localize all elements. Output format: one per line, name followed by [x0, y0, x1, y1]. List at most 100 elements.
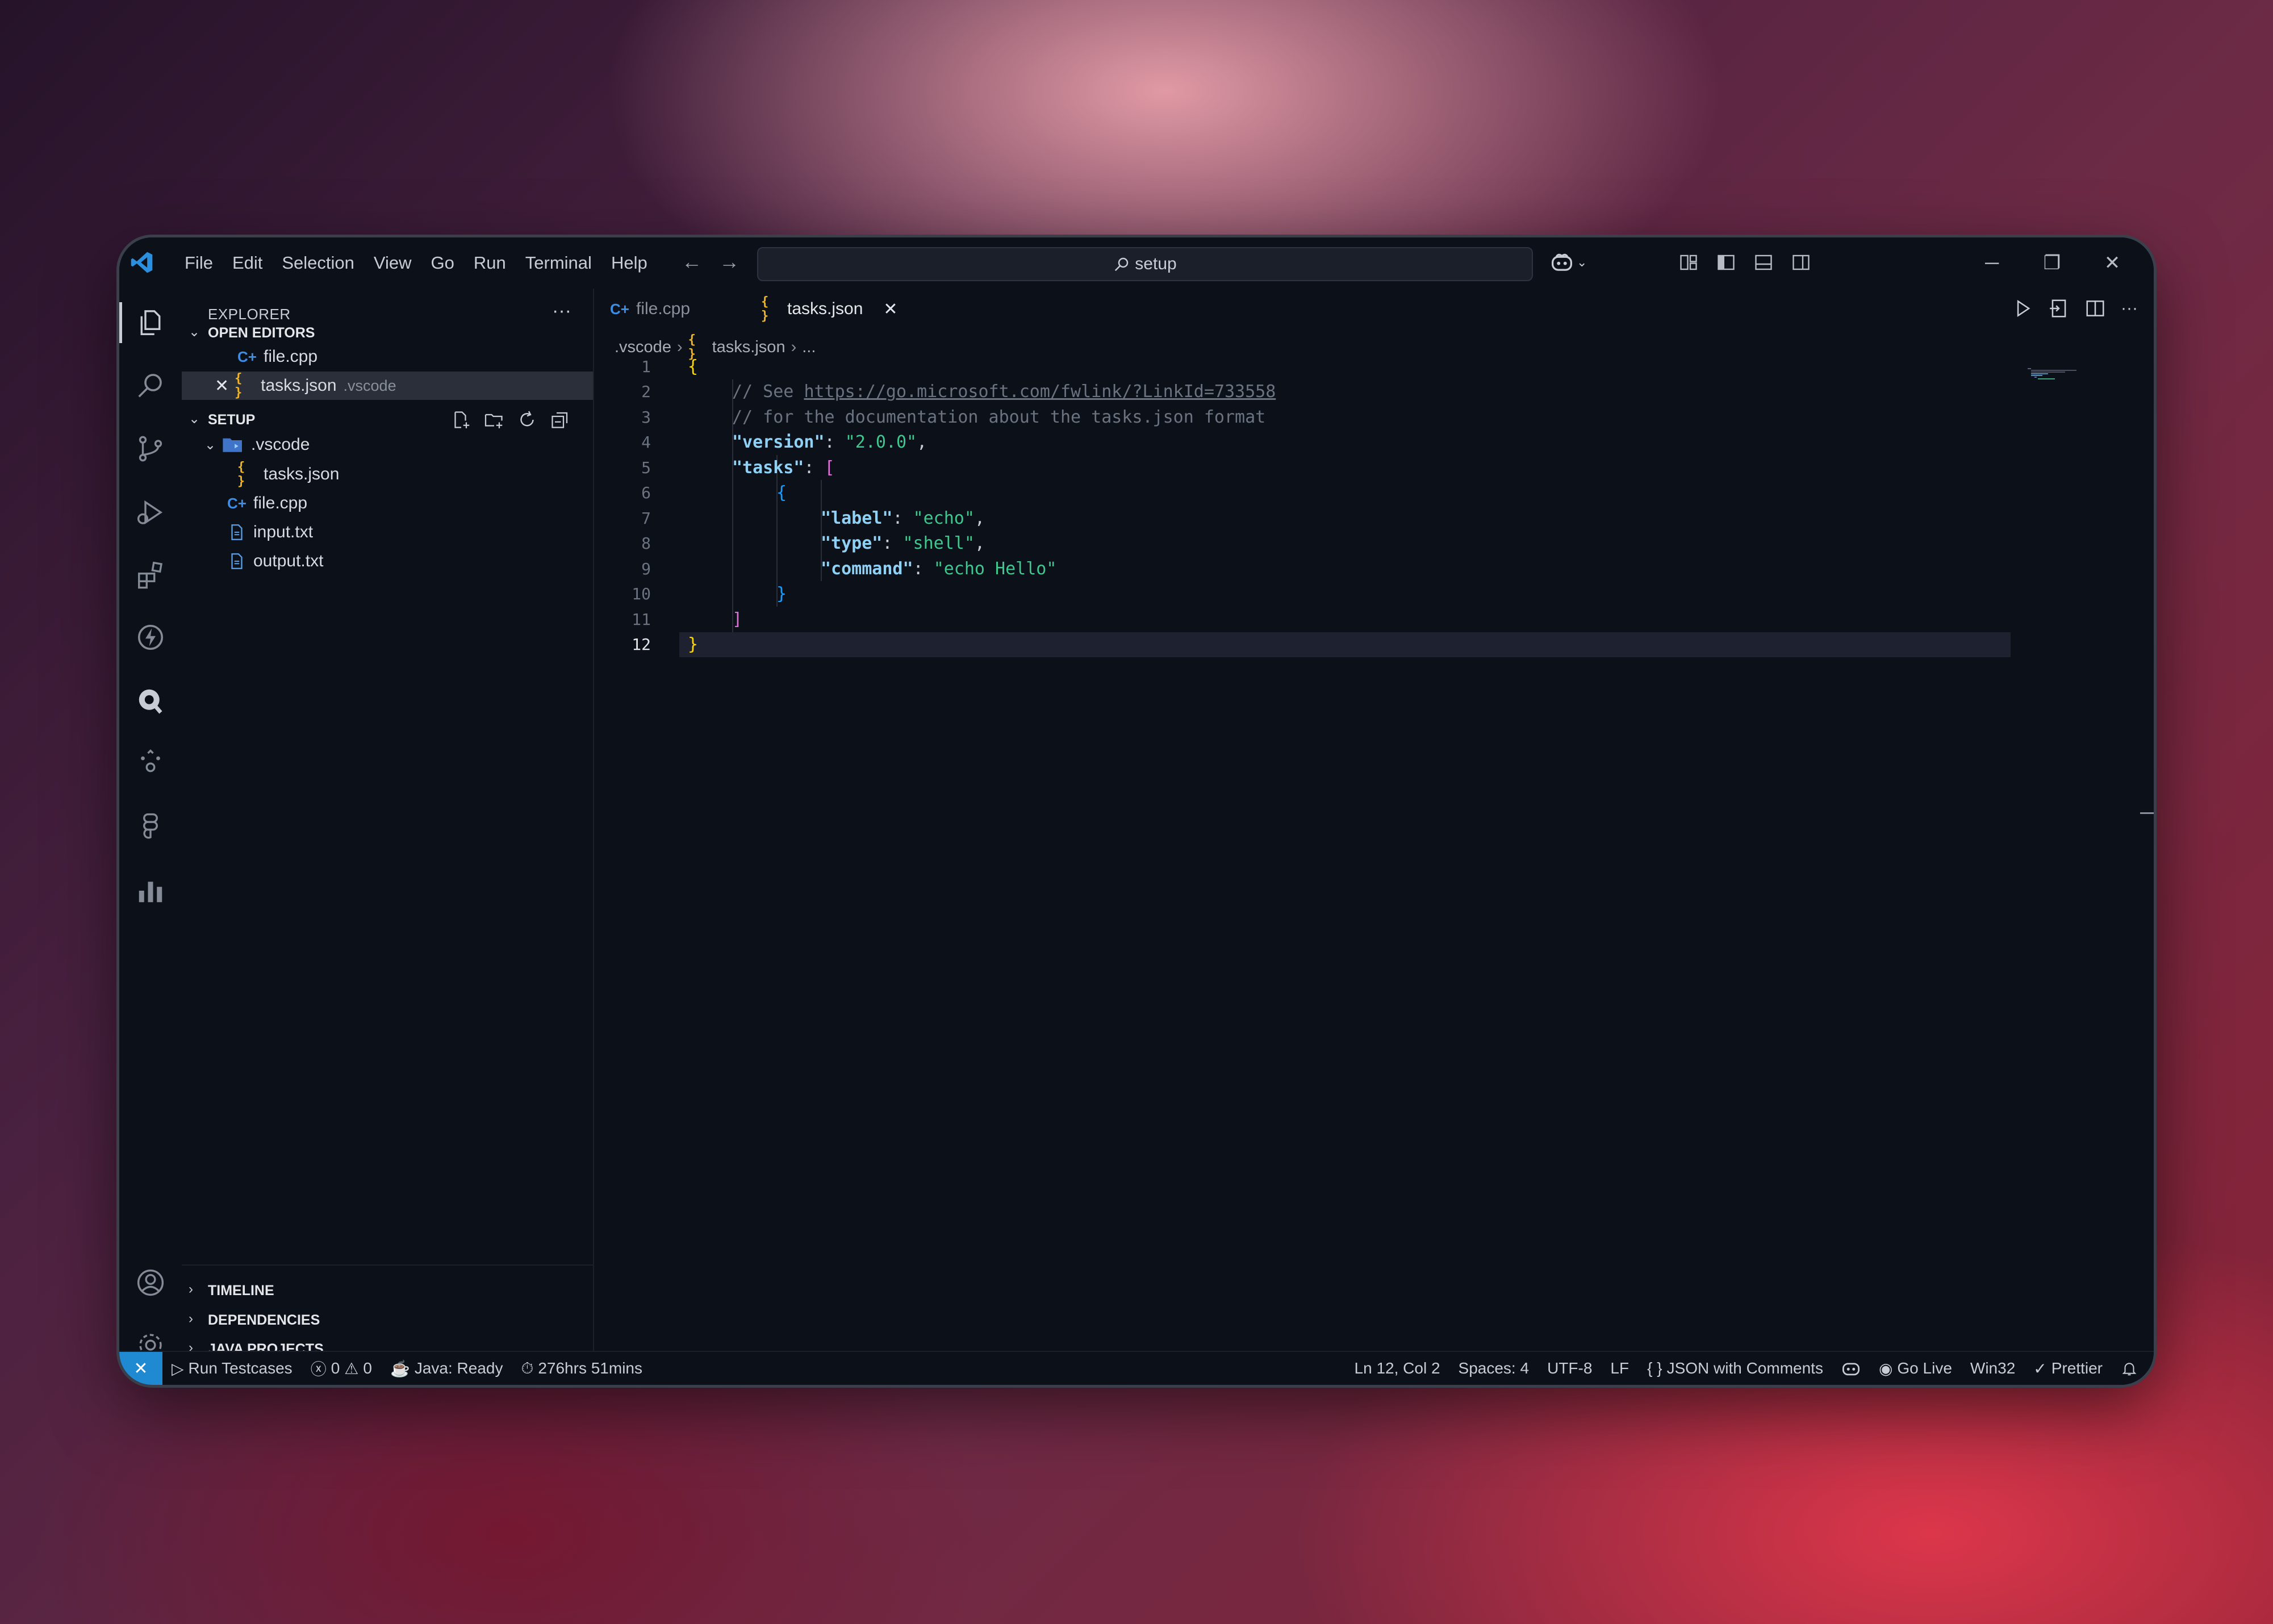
run-icon[interactable]: [2012, 298, 2033, 319]
dependencies-section-header[interactable]: › DEPENDENCIES: [182, 1305, 593, 1334]
layout-controls: [1678, 252, 1811, 273]
run-debug-icon[interactable]: [135, 496, 166, 528]
tree-file-tasks-json[interactable]: { } tasks.json: [182, 460, 593, 489]
docker-icon[interactable]: [135, 748, 166, 779]
vscode-logo-icon: [131, 252, 153, 273]
setup-title: SETUP: [208, 412, 256, 428]
open-changes-icon[interactable]: [2048, 298, 2070, 319]
line-content: "tasks": [: [732, 457, 835, 478]
explorer-icon[interactable]: [119, 302, 166, 343]
tab-file-cpp[interactable]: C+ file.cpp: [594, 289, 745, 329]
code-line: 7 "label": "echo",: [594, 506, 2154, 531]
chart-icon[interactable]: [135, 875, 166, 907]
split-editor-icon[interactable]: [2084, 298, 2106, 319]
line-content: {: [776, 483, 787, 503]
menu-go[interactable]: Go: [421, 253, 464, 273]
scrollbar-marker[interactable]: [2140, 812, 2154, 814]
forward-arrow-icon[interactable]: →: [719, 250, 739, 274]
more-actions-icon[interactable]: ···: [2121, 298, 2138, 319]
menu-file[interactable]: File: [175, 253, 223, 273]
run-testcases-button[interactable]: ▷ Run Testcases: [162, 1359, 302, 1378]
prettier-status[interactable]: ✓ Prettier: [2024, 1359, 2112, 1378]
lightning-icon[interactable]: [135, 621, 166, 653]
menu-run[interactable]: Run: [464, 253, 516, 273]
tab-tasks-json[interactable]: { } tasks.json ✕: [745, 289, 914, 329]
menu-terminal[interactable]: Terminal: [516, 253, 601, 273]
time-tracker[interactable]: ⏱ 276hrs 51mins: [512, 1359, 651, 1378]
close-icon[interactable]: ✕: [2082, 252, 2142, 274]
remote-indicator-icon[interactable]: ✕: [119, 1352, 162, 1385]
copilot-menu[interactable]: ⌄: [1551, 252, 1587, 273]
tab-label: tasks.json: [787, 299, 863, 318]
back-arrow-icon[interactable]: ←: [682, 250, 702, 274]
new-file-icon[interactable]: [451, 410, 471, 430]
tree-file-input-txt[interactable]: input.txt: [182, 518, 593, 546]
code-line: 11 ]: [594, 607, 2154, 632]
line-number: 6: [641, 483, 651, 503]
minimap[interactable]: [2028, 367, 2090, 390]
new-folder-icon[interactable]: [484, 410, 504, 430]
language-mode[interactable]: { } JSON with Comments: [1638, 1359, 1832, 1377]
tree-item-label: .vscode: [251, 435, 310, 454]
vscode-folder-icon: [223, 438, 242, 452]
go-live-button[interactable]: ◉ Go Live: [1870, 1359, 1961, 1378]
comment-link[interactable]: https://go.microsoft.com/fwlink/?LinkId=…: [804, 382, 1276, 402]
run-testcases-label: Run Testcases: [188, 1359, 293, 1377]
problems-indicator[interactable]: ⓧ 0 ⚠ 0: [302, 1357, 381, 1380]
broadcast-icon: ◉: [1878, 1359, 1893, 1377]
code-line: 8 "type": "shell",: [594, 531, 2154, 557]
code-editor[interactable]: 1 { 2 // See https://go.microsoft.com/fw…: [594, 354, 2154, 657]
minimize-icon[interactable]: ─: [1962, 252, 2022, 274]
chevron-right-icon: ›: [189, 1281, 193, 1297]
open-editors-title: OPEN EDITORS: [208, 325, 315, 341]
setup-header[interactable]: ⌄ SETUP: [182, 405, 593, 433]
toggle-secondary-sidebar-icon[interactable]: [1791, 252, 1811, 273]
divider: [182, 1264, 593, 1266]
tree-folder-vscode[interactable]: ⌄ .vscode: [182, 431, 593, 459]
open-editor-tasks-json[interactable]: ✕ { } tasks.json .vscode: [182, 371, 593, 400]
tree-file-cpp[interactable]: C+ file.cpp: [182, 489, 593, 517]
line-number: 7: [641, 508, 651, 528]
toggle-primary-sidebar-icon[interactable]: [1716, 252, 1736, 273]
cursor-position[interactable]: Ln 12, Col 2: [1346, 1359, 1449, 1377]
search-icon[interactable]: [135, 369, 166, 401]
menu-help[interactable]: Help: [601, 253, 657, 273]
source-control-icon[interactable]: [135, 433, 166, 465]
open-editor-label: file.cpp: [264, 347, 318, 366]
menu-bar: File Edit Selection View Go Run Terminal…: [175, 237, 657, 289]
platform[interactable]: Win32: [1961, 1359, 2024, 1377]
json-file-icon: { }: [235, 371, 243, 400]
indentation[interactable]: Spaces: 4: [1449, 1359, 1539, 1377]
open-editor-file-cpp[interactable]: C+ file.cpp: [182, 343, 593, 371]
menu-selection[interactable]: Selection: [272, 253, 364, 273]
open-editors-header[interactable]: ⌄ OPEN EDITORS: [182, 317, 593, 345]
restore-icon[interactable]: ❐: [2022, 252, 2082, 274]
end-of-line[interactable]: LF: [1601, 1359, 1638, 1377]
timeline-section-header[interactable]: › TIMELINE: [182, 1276, 593, 1304]
copilot-status-icon[interactable]: [1832, 1360, 1870, 1377]
command-center-search[interactable]: setup: [757, 247, 1533, 281]
refresh-icon[interactable]: [517, 410, 537, 430]
collapse-all-icon[interactable]: [550, 410, 570, 430]
java-status[interactable]: ☕ Java: Ready: [381, 1359, 512, 1378]
account-icon[interactable]: [135, 1267, 166, 1299]
time-tracker-label: 276hrs 51mins: [538, 1359, 642, 1377]
extensions-icon[interactable]: [135, 559, 166, 591]
menu-view[interactable]: View: [364, 253, 421, 273]
error-icon: ⓧ: [310, 1360, 327, 1378]
customize-layout-icon[interactable]: [1678, 252, 1699, 273]
chevron-down-icon: ⌄: [1577, 255, 1587, 269]
menu-edit[interactable]: Edit: [223, 253, 272, 273]
figma-icon[interactable]: [135, 811, 166, 843]
tree-file-output-txt[interactable]: output.txt: [182, 547, 593, 575]
close-icon[interactable]: ✕: [215, 376, 229, 396]
toggle-panel-icon[interactable]: [1753, 252, 1774, 273]
bell-icon[interactable]: [2112, 1360, 2154, 1377]
encoding[interactable]: UTF-8: [1538, 1359, 1601, 1377]
text-file-icon: [231, 524, 243, 540]
editor-actions: ···: [2012, 298, 2138, 319]
quokka-icon[interactable]: [135, 685, 166, 717]
tree-item-label: tasks.json: [264, 465, 340, 483]
chevron-down-icon: ⌄: [189, 411, 200, 427]
close-icon[interactable]: ✕: [883, 299, 897, 319]
